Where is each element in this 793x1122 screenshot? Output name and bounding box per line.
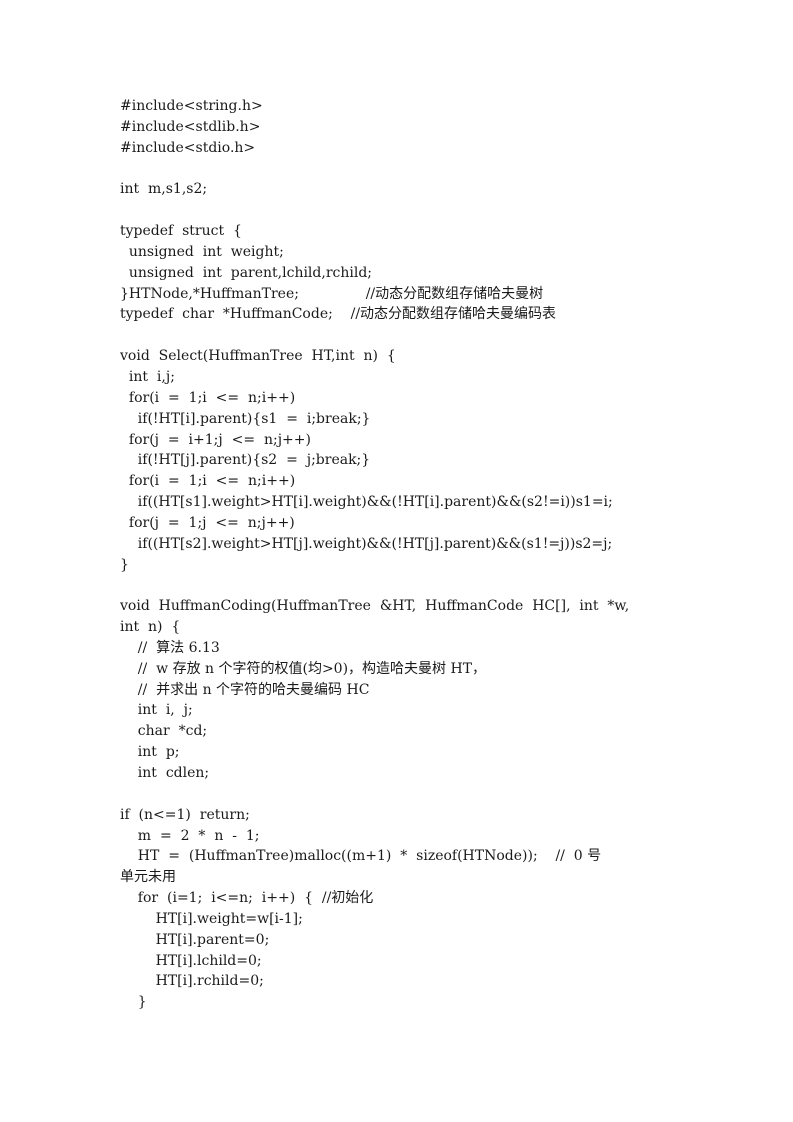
- code-line: 单元未用: [120, 869, 176, 886]
- code-line: int cdlen;: [120, 765, 210, 781]
- code-line: HT[i].lchild=0;: [120, 952, 262, 969]
- code-line: #include<stdio.h>: [120, 139, 256, 156]
- code-line: for(i = 1;i <= n;i++): [120, 473, 296, 490]
- code-line: }HTNode,*HuffmanTree; //动态分配数组存储哈夫曼树: [120, 285, 544, 302]
- code-line: for(i = 1;i <= n;i++): [120, 389, 296, 406]
- code-line: if((HT[s1].weight>HT[i].weight)&&(!HT[i]…: [120, 494, 613, 511]
- code-line: void HuffmanCoding(HuffmanTree &HT, Huff…: [120, 598, 630, 615]
- code-line: char *cd;: [120, 723, 208, 740]
- code-line: }: [120, 556, 129, 573]
- code-line: int n) {: [120, 619, 181, 636]
- code-line: if((HT[s2].weight>HT[j].weight)&&(!HT[j]…: [120, 535, 613, 552]
- code-line: HT[i].rchild=0;: [120, 973, 264, 990]
- code-line: for(j = 1;j <= n;j++): [120, 514, 295, 531]
- code-line: }: [120, 994, 147, 1011]
- comment-line: // 算法 6.13: [120, 639, 220, 656]
- code-line: int m,s1,s2;: [120, 181, 208, 198]
- code-line: if(!HT[j].parent){s2 = j;break;}: [120, 452, 371, 469]
- code-line: for (i=1; i<=n; i++) { //初始化: [120, 890, 374, 907]
- code-line: int i,j;: [120, 368, 175, 385]
- code-line: HT[i].parent=0;: [120, 931, 270, 948]
- code-line: int p;: [120, 744, 180, 761]
- code-line: unsigned int parent,lchild,rchild;: [120, 264, 373, 281]
- code-line: void Select(HuffmanTree HT,int n) {: [120, 348, 396, 365]
- code-line: HT = (HuffmanTree)malloc((m+1) * sizeof(…: [120, 848, 602, 865]
- code-line: HT[i].weight=w[i-1];: [120, 910, 303, 927]
- code-line: for(j = i+1;j <= n;j++): [120, 431, 311, 448]
- code-line: #include<stdlib.h>: [120, 118, 261, 135]
- code-line: typedef struct {: [120, 223, 242, 240]
- code-line: unsigned int weight;: [120, 243, 284, 260]
- code-document: #include<string.h> #include<stdlib.h> #i…: [120, 96, 680, 1013]
- code-line: typedef char *HuffmanCode; //动态分配数组存储哈夫曼…: [120, 306, 557, 323]
- code-line: #include<string.h>: [120, 98, 263, 114]
- code-line: m = 2 * n - 1;: [120, 827, 260, 844]
- comment-line: // w 存放 n 个字符的权值(均>0)，构造哈夫曼树 HT，: [120, 660, 487, 677]
- comment-line: // 并求出 n 个字符的哈夫曼编码 HC: [120, 681, 370, 698]
- code-line: int i, j;: [120, 702, 193, 719]
- code-line: if(!HT[i].parent){s1 = i;break;}: [120, 410, 371, 427]
- code-line: if (n<=1) return;: [120, 806, 250, 823]
